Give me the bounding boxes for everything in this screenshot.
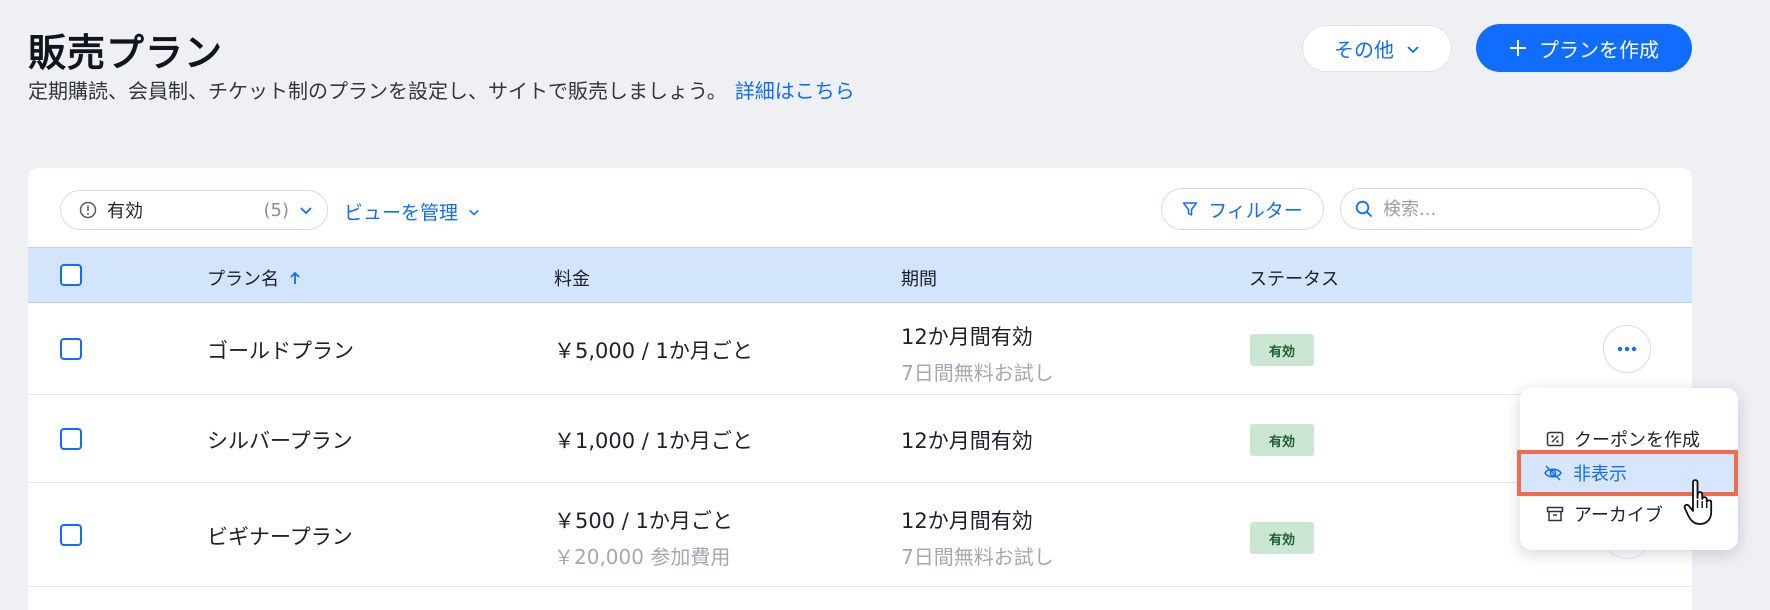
trial-text: 7日間無料お試し	[901, 361, 1054, 385]
row-checkbox[interactable]	[60, 338, 82, 360]
status-badge: 有効	[1250, 424, 1314, 456]
manage-views-button[interactable]: ビューを管理	[344, 198, 480, 225]
filter-button[interactable]: フィルター	[1161, 188, 1324, 230]
plans-table-card: 有効 (5) ビューを管理 フィルター プラン名 料金 期間 ステータス ゴール…	[28, 168, 1692, 610]
sort-ascending-icon	[290, 271, 300, 284]
menu-item-label: 非表示	[1573, 464, 1627, 485]
column-header-name[interactable]: プラン名	[207, 265, 301, 291]
table-header: プラン名 料金 期間 ステータス	[28, 247, 1692, 303]
table-row[interactable]: ビギナープラン ￥500 / 1か月ごと ￥20,000 参加費用 12か月間有…	[28, 483, 1692, 587]
plan-price: ￥500 / 1か月ごと ￥20,000 参加費用	[554, 505, 733, 570]
table-row[interactable]: シルバープラン ￥1,000 / 1か月ごと 12か月間有効 有効	[28, 395, 1692, 483]
trial-text: 7日間無料お試し	[901, 545, 1054, 569]
filter-icon	[1182, 202, 1198, 216]
search-field[interactable]	[1340, 188, 1660, 230]
create-plan-button[interactable]: プランを作成	[1476, 24, 1692, 72]
hand-cursor-icon	[1683, 479, 1713, 525]
chevron-down-icon	[300, 207, 312, 215]
table-toolbar: 有効 (5) ビューを管理 フィルター	[28, 168, 1692, 247]
row-more-button[interactable]	[1603, 325, 1651, 373]
price-text: ￥500 / 1か月ごと	[554, 509, 733, 533]
select-all-checkbox[interactable]	[60, 264, 82, 286]
search-icon	[1355, 200, 1373, 218]
ellipsis-icon	[1617, 346, 1637, 352]
column-header-status: ステータス	[1249, 269, 1339, 290]
status-badge: 有効	[1250, 522, 1314, 554]
learn-more-link[interactable]: 詳細はこちら	[735, 79, 855, 103]
plan-price: ￥5,000 / 1か月ごと	[554, 339, 753, 363]
column-header-duration: 期間	[901, 269, 937, 290]
search-input[interactable]	[1383, 198, 1643, 220]
page-title: 販売プラン	[28, 31, 224, 75]
subtitle-text: 定期購読、会員制、チケット制のプランを設定し、サイトで販売しましょう。	[28, 79, 727, 103]
column-header-price: 料金	[554, 269, 590, 290]
page-subtitle: 定期購読、会員制、チケット制のプランを設定し、サイトで販売しましょう。 詳細はこち…	[28, 75, 855, 104]
filter-label: フィルター	[1208, 199, 1303, 222]
chevron-down-icon	[1407, 45, 1419, 53]
manage-views-label: ビューを管理	[344, 202, 459, 224]
coupon-icon	[1546, 431, 1564, 447]
plan-duration: 12か月間有効	[901, 429, 1033, 453]
plan-name: ビギナープラン	[207, 525, 353, 549]
plan-price: ￥1,000 / 1か月ごと	[554, 429, 753, 453]
plan-name: シルバープラン	[207, 429, 353, 453]
row-checkbox[interactable]	[60, 428, 82, 450]
alert-circle-icon	[79, 201, 97, 219]
status-badge: 有効	[1250, 334, 1314, 366]
more-actions-button[interactable]: その他	[1302, 25, 1452, 72]
menu-item-label: クーポンを作成	[1574, 430, 1700, 451]
table-row[interactable]: ゴールドプラン ￥5,000 / 1か月ごと 12か月間有効 7日間無料お試し …	[28, 303, 1692, 395]
setup-fee-text: ￥20,000 参加費用	[554, 545, 731, 569]
archive-icon	[1546, 506, 1564, 522]
view-count: (5)	[263, 199, 290, 221]
chevron-down-icon	[469, 209, 479, 216]
plus-icon	[1510, 40, 1526, 56]
create-plan-label: プランを作成	[1539, 37, 1659, 62]
plan-name: ゴールドプラン	[207, 339, 354, 363]
more-actions-label: その他	[1334, 38, 1394, 62]
row-checkbox[interactable]	[60, 524, 82, 546]
eye-off-icon	[1544, 465, 1562, 481]
view-selector[interactable]: 有効 (5)	[60, 190, 328, 230]
plan-duration: 12か月間有効 7日間無料お試し	[901, 505, 1054, 570]
duration-text: 12か月間有効	[901, 509, 1033, 533]
plan-duration: 12か月間有効 7日間無料お試し	[901, 321, 1054, 386]
duration-text: 12か月間有効	[901, 325, 1033, 349]
view-label: 有効	[107, 201, 143, 222]
menu-item-label: アーカイブ	[1574, 505, 1663, 526]
column-name-label: プラン名	[207, 269, 279, 290]
